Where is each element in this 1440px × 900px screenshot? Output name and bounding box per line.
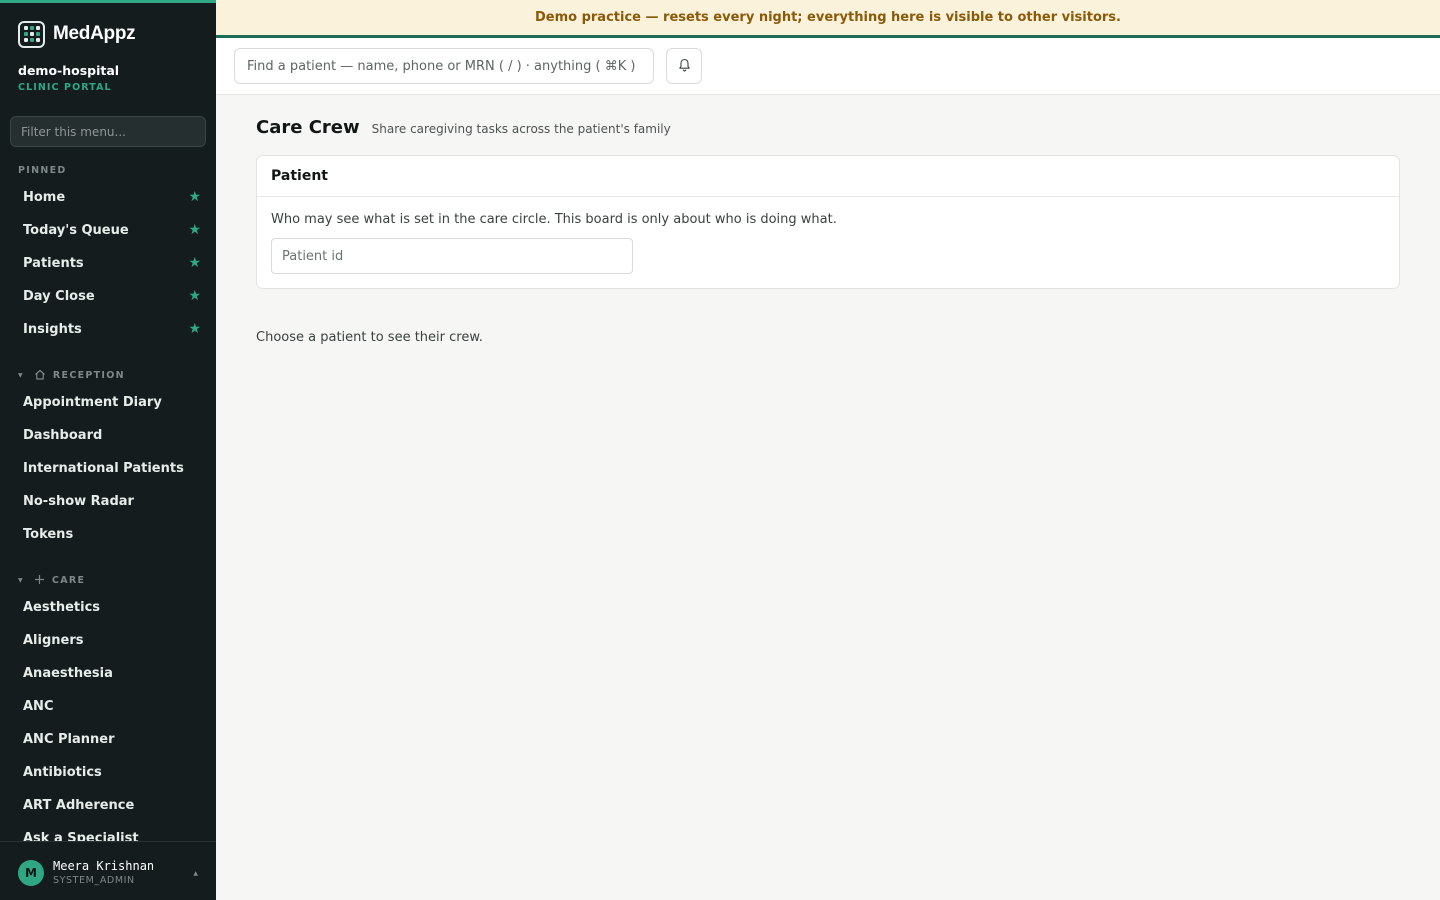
caret-up-icon: ▲: [193, 870, 198, 877]
user-role: SYSTEM_ADMIN: [53, 875, 135, 886]
user-menu[interactable]: M Meera Krishnan SYSTEM_ADMIN ▲: [0, 841, 216, 900]
sidebar-item-patients[interactable]: Patients ★: [23, 252, 201, 274]
sidebar-item-todays-queue[interactable]: Today's Queue ★: [23, 219, 201, 241]
sidebar-item-anc[interactable]: ANC: [23, 695, 201, 717]
section-toggle-reception[interactable]: ▼ RECEPTION: [18, 369, 125, 382]
portal-label: CLINIC PORTAL: [18, 82, 112, 93]
sidebar-item-home[interactable]: Home ★: [23, 186, 201, 208]
sidebar-item-label: ANC Planner: [23, 731, 115, 747]
patient-id-input[interactable]: [271, 238, 633, 274]
app-name: MedAppz: [53, 23, 136, 44]
sidebar-item-art-adherence[interactable]: ART Adherence: [23, 794, 201, 816]
tenant-info: demo-hospital CLINIC PORTAL: [18, 63, 119, 93]
page-header: Care Crew Share caregiving tasks across …: [256, 117, 671, 138]
home-icon: [34, 369, 46, 382]
sidebar-item-day-close[interactable]: Day Close ★: [23, 285, 201, 307]
sidebar-item-aesthetics[interactable]: Aesthetics: [23, 596, 201, 618]
sidebar-item-insights[interactable]: Insights ★: [23, 318, 201, 340]
sidebar-item-international-patients[interactable]: International Patients: [23, 457, 201, 479]
page-subtitle: Share caregiving tasks across the patien…: [371, 122, 671, 136]
sidebar-item-no-show-radar[interactable]: No-show Radar: [23, 490, 201, 512]
menu-filter-input[interactable]: [10, 116, 206, 147]
tenant-name: demo-hospital: [18, 63, 120, 78]
sidebar-item-label: No-show Radar: [23, 493, 134, 509]
sidebar-item-label: Tokens: [23, 526, 74, 542]
star-icon[interactable]: ★: [188, 189, 201, 205]
sidebar-item-aligners[interactable]: Aligners: [23, 629, 201, 651]
sidebar-item-label: Aesthetics: [23, 599, 101, 615]
sidebar-item-label: ANC: [23, 698, 54, 714]
sidebar-item-anc-planner[interactable]: ANC Planner: [23, 728, 201, 750]
sidebar-item-anaesthesia[interactable]: Anaesthesia: [23, 662, 201, 684]
brand[interactable]: MedAppz: [18, 20, 136, 48]
sidebar-item-dashboard[interactable]: Dashboard: [23, 424, 201, 446]
bell-icon: [678, 57, 691, 76]
star-icon[interactable]: ★: [188, 321, 201, 337]
pinned-label: PINNED: [18, 165, 67, 176]
page-title: Care Crew: [256, 117, 360, 138]
user-info: Meera Krishnan SYSTEM_ADMIN: [53, 859, 154, 886]
section-label-pinned: PINNED: [18, 165, 67, 176]
card-title: Patient: [257, 156, 1399, 197]
sidebar-item-label: International Patients: [23, 460, 184, 476]
user-name: Meera Krishnan: [53, 859, 155, 873]
sidebar-item-label: Aligners: [23, 632, 84, 648]
plus-icon: [34, 574, 45, 587]
patient-card: Patient Who may see what is set in the c…: [256, 155, 1400, 289]
topbar: [216, 38, 1440, 95]
star-icon[interactable]: ★: [188, 288, 201, 304]
care-label: CARE: [51, 575, 86, 586]
sidebar-item-label: Appointment Diary: [23, 394, 162, 410]
reception-label: RECEPTION: [52, 370, 125, 381]
empty-state-text: Choose a patient to see their crew.: [256, 330, 483, 345]
notifications-button[interactable]: [666, 48, 702, 84]
card-description: Who may see what is set in the care circ…: [271, 212, 837, 227]
sidebar: MedAppz demo-hospital CLINIC PORTAL PINN…: [0, 0, 216, 900]
sidebar-item-label: Insights: [23, 321, 82, 337]
sidebar-item-appointment-diary[interactable]: Appointment Diary: [23, 391, 201, 413]
sidebar-item-antibiotics[interactable]: Antibiotics: [23, 761, 201, 783]
sidebar-item-label: Patients: [23, 255, 84, 271]
caret-down-icon: ▼: [18, 577, 24, 584]
sidebar-item-label: Anaesthesia: [23, 665, 113, 681]
avatar: M: [18, 859, 44, 886]
app-logo-icon: [18, 20, 45, 48]
sidebar-item-label: Antibiotics: [23, 764, 102, 780]
caret-down-icon: ▼: [18, 372, 24, 379]
demo-banner: Demo practice — resets every night; ever…: [216, 0, 1440, 38]
section-toggle-care[interactable]: ▼ CARE: [18, 574, 85, 587]
sidebar-item-label: ART Adherence: [23, 797, 135, 813]
sidebar-item-tokens[interactable]: Tokens: [23, 523, 201, 545]
sidebar-item-label: Dashboard: [23, 427, 103, 443]
sidebar-item-label: Home: [23, 189, 66, 205]
star-icon[interactable]: ★: [188, 255, 201, 271]
sidebar-item-label: Day Close: [23, 288, 95, 304]
star-icon[interactable]: ★: [188, 222, 201, 238]
banner-text: Demo practice — resets every night; ever…: [534, 10, 1121, 25]
sidebar-item-label: Today's Queue: [23, 222, 129, 238]
patient-search-input[interactable]: [234, 48, 654, 84]
